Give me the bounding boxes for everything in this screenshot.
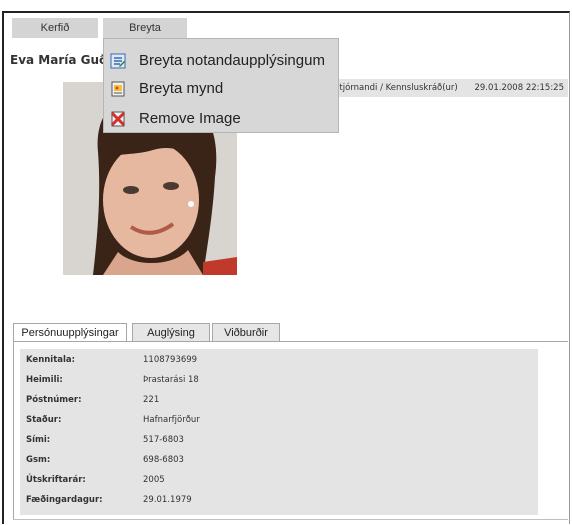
tab-personal-info[interactable]: Persónuupplýsingar — [13, 323, 127, 342]
details-table: Kennitala: 1108793699 Heimili: Þrastarás… — [20, 349, 538, 515]
row-key: Póstnúmer: — [26, 395, 82, 405]
image-edit-icon — [111, 81, 125, 97]
row-value: Hafnarfjörður — [143, 415, 200, 425]
row-value: 29.01.1979 — [143, 495, 192, 505]
table-row: Kennitala: 1108793699 — [20, 350, 538, 370]
profile-role: Stjórnandi / Kennsluskráð(ur) — [334, 83, 458, 93]
table-row: Staður: Hafnarfjörður — [20, 410, 538, 430]
menu-item-edit-image[interactable]: Breyta mynd — [104, 77, 338, 101]
table-row: Heimili: Þrastarási 18 — [20, 370, 538, 390]
row-value: 517-6803 — [143, 435, 184, 445]
menu-item-label: Remove Image — [139, 110, 241, 127]
row-key: Gsm: — [26, 455, 51, 465]
row-value: 698-6803 — [143, 455, 184, 465]
tab-panel-border — [13, 341, 14, 519]
profile-date: 29.01.2008 22:15:25 — [474, 83, 564, 93]
row-key: Staður: — [26, 415, 62, 425]
table-row: Fæðingardagur: 29.01.1979 — [20, 490, 538, 510]
breyta-dropdown-menu: Breyta notandaupplýsingum Breyta mynd Re… — [103, 38, 339, 133]
breyta-button[interactable]: Breyta — [103, 18, 187, 38]
menu-item-remove-image[interactable]: Remove Image — [104, 107, 338, 131]
menu-item-edit-user-info[interactable]: Breyta notandaupplýsingum — [104, 49, 338, 73]
row-key: Fæðingardagur: — [26, 495, 103, 505]
row-value: 1108793699 — [143, 355, 198, 365]
edit-user-icon — [110, 53, 126, 69]
table-row: Gsm: 698-6803 — [20, 450, 538, 470]
tab-events[interactable]: Viðburðir — [212, 323, 280, 342]
profile-name: Eva María Guð — [10, 53, 108, 67]
row-key: Sími: — [26, 435, 51, 445]
profile-info-bar: Stjórnandi / Kennsluskráð(ur) 29.01.2008… — [330, 79, 568, 97]
table-row: Póstnúmer: 221 — [20, 390, 538, 410]
row-key: Kennitala: — [26, 355, 76, 365]
row-key: Útskriftarár: — [26, 475, 86, 485]
remove-image-icon — [110, 111, 126, 127]
row-value: 221 — [143, 395, 160, 405]
row-value: 2005 — [143, 475, 165, 485]
row-key: Heimili: — [26, 375, 63, 385]
menu-item-label: Breyta mynd — [139, 80, 224, 97]
table-row: Útskriftarár: 2005 — [20, 470, 538, 490]
menu-item-label: Breyta notandaupplýsingum — [139, 52, 325, 69]
tab-panel-border — [13, 519, 568, 520]
tab-advertisement[interactable]: Auglýsing — [132, 323, 210, 342]
tab-divider — [13, 341, 568, 342]
row-value: Þrastarási 18 — [143, 375, 199, 385]
table-row: Sími: 517-6803 — [20, 430, 538, 450]
kerfid-button[interactable]: Kerfið — [12, 18, 98, 38]
